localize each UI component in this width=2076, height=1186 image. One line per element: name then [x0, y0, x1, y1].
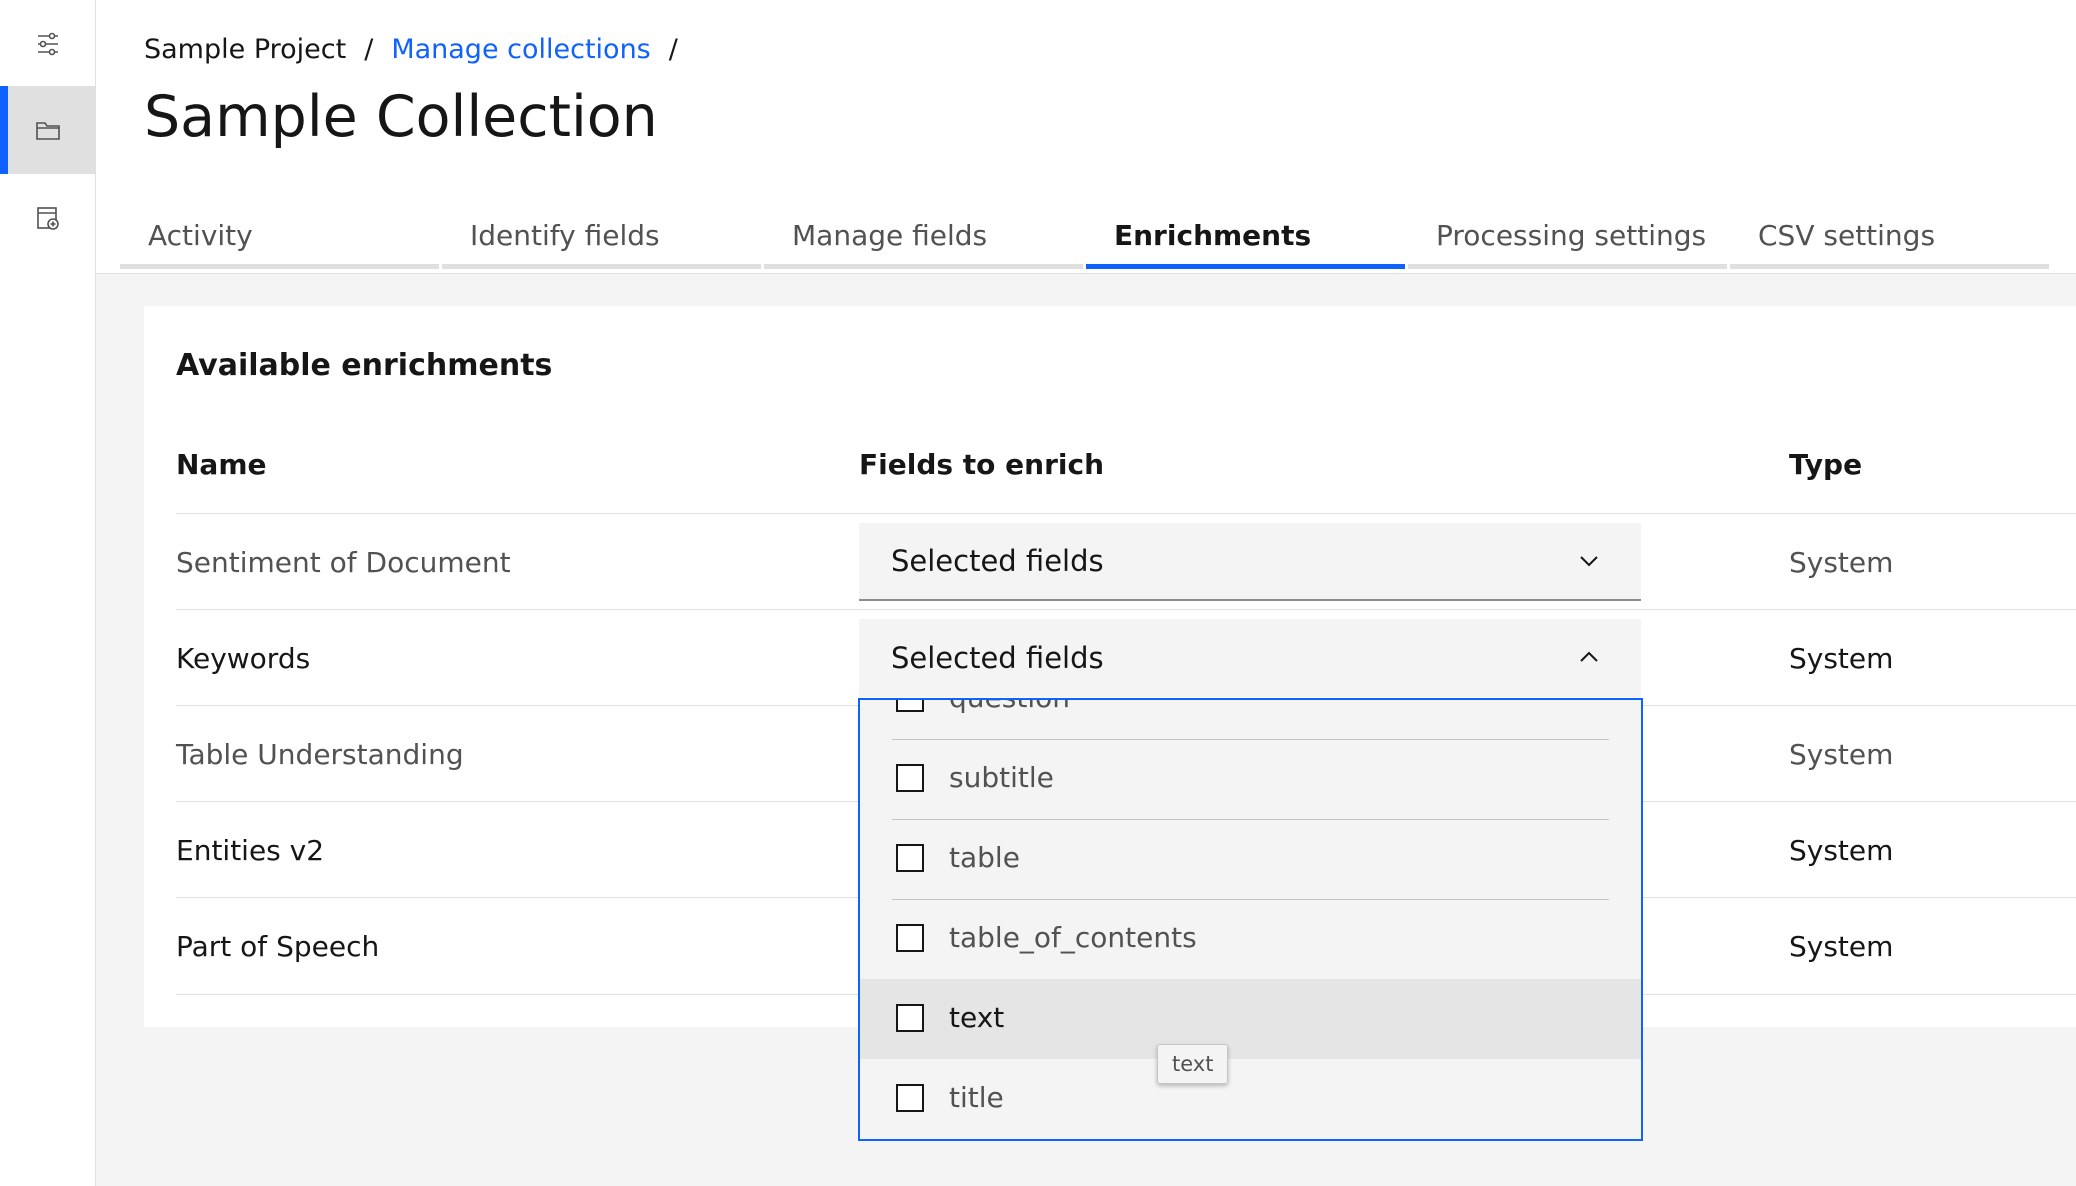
tab-bar: Activity Identify fields Manage fields E…	[120, 207, 2049, 269]
checkbox[interactable]	[896, 700, 924, 712]
breadcrumb-separator: /	[668, 34, 678, 65]
sliders-icon	[37, 32, 58, 56]
chevron-up-icon	[1580, 651, 1598, 662]
checkbox[interactable]	[896, 764, 924, 792]
breadcrumb-separator: /	[364, 34, 374, 65]
checkbox[interactable]	[896, 924, 924, 952]
fields-select[interactable]: Selected fields	[859, 523, 1641, 601]
tab-enrichments[interactable]: Enrichments	[1086, 207, 1405, 269]
rail-item-settings[interactable]	[0, 0, 95, 88]
option-label: question	[949, 700, 1070, 714]
option-label: text	[949, 1001, 1005, 1034]
fields-dropdown-menu[interactable]: question subtitle table table_of_content…	[858, 698, 1643, 1141]
page-title: Sample Collection	[144, 84, 658, 150]
breadcrumb: Sample Project / Manage collections /	[144, 34, 678, 65]
fields-select[interactable]: Selected fields	[859, 619, 1641, 697]
enrichment-name: Part of Speech	[176, 930, 380, 963]
breadcrumb-manage-collections[interactable]: Manage collections	[391, 34, 650, 65]
tab-csv-settings[interactable]: CSV settings	[1730, 207, 2049, 269]
enrichment-type: System	[1789, 834, 1894, 867]
enrichment-type: System	[1789, 738, 1894, 771]
column-header-fields: Fields to enrich	[859, 448, 1104, 481]
enrichment-name: Sentiment of Document	[176, 546, 511, 579]
option-title[interactable]: title	[860, 1059, 1641, 1139]
tab-processing-settings[interactable]: Processing settings	[1408, 207, 1727, 269]
enrichment-name: Table Understanding	[176, 738, 464, 771]
option-label: table	[949, 841, 1020, 874]
page-header: Sample Project / Manage collections / Sa…	[96, 0, 2076, 274]
enrichment-type: System	[1789, 546, 1894, 579]
column-header-name: Name	[176, 448, 267, 481]
enrichment-name: Entities v2	[176, 834, 325, 867]
chevron-down-icon	[1580, 556, 1598, 567]
rail-item-collections[interactable]	[0, 86, 95, 174]
option-label: title	[949, 1081, 1004, 1114]
checkbox[interactable]	[896, 1084, 924, 1112]
folder-icon	[35, 122, 60, 140]
document-add-icon	[36, 207, 59, 230]
table-row: Sentiment of Document Selected fields Sy…	[176, 513, 2076, 610]
enrichment-type: System	[1789, 930, 1894, 963]
rail-item-add-documents[interactable]	[0, 174, 95, 262]
option-table[interactable]: table	[860, 819, 1641, 899]
option-table-of-contents[interactable]: table_of_contents	[860, 899, 1641, 979]
table-row: Keywords Selected fields System	[176, 609, 2076, 706]
tooltip: text	[1157, 1044, 1229, 1084]
enrichment-name: Keywords	[176, 642, 311, 675]
card-title: Available enrichments	[176, 348, 553, 383]
select-value: Selected fields	[891, 544, 1104, 578]
option-label: table_of_contents	[949, 921, 1197, 954]
enrichment-type: System	[1789, 642, 1894, 675]
breadcrumb-project[interactable]: Sample Project	[144, 34, 346, 65]
checkbox[interactable]	[896, 1004, 924, 1032]
option-question[interactable]: question	[860, 700, 1641, 739]
option-text[interactable]: text	[860, 979, 1641, 1059]
tab-identify-fields[interactable]: Identify fields	[442, 207, 761, 269]
column-header-type: Type	[1789, 448, 1863, 481]
option-label: subtitle	[949, 761, 1054, 794]
checkbox[interactable]	[896, 844, 924, 872]
tab-manage-fields[interactable]: Manage fields	[764, 207, 1083, 269]
option-subtitle[interactable]: subtitle	[860, 739, 1641, 819]
tab-activity[interactable]: Activity	[120, 207, 439, 269]
select-value: Selected fields	[891, 641, 1104, 675]
side-rail	[0, 0, 96, 1186]
